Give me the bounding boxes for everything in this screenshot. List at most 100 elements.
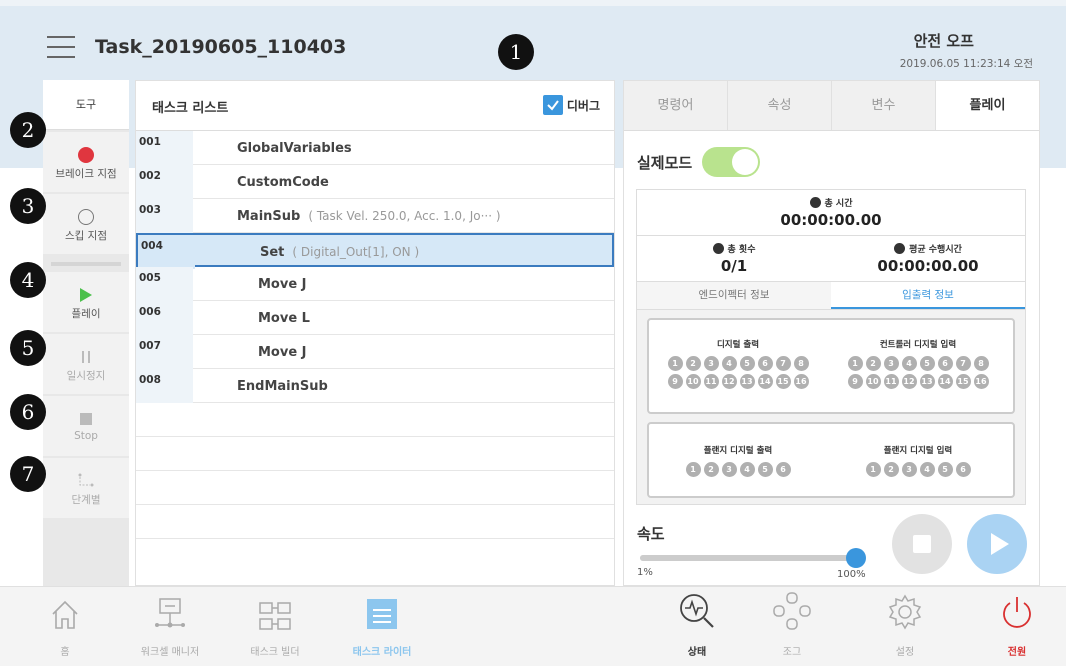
nav-taskwriter[interactable]: 태스크 라이터 <box>332 587 432 666</box>
nav-home-label: 홈 <box>60 647 70 658</box>
stop-tool-button[interactable]: Stop <box>43 396 129 456</box>
task-row[interactable]: 002 CustomCode <box>136 165 614 199</box>
subtab-effector[interactable]: 엔드이펙터 정보 <box>637 282 831 309</box>
task-row-command: EndMainSub <box>237 379 328 394</box>
task-row[interactable]: 006 Move L <box>136 301 614 335</box>
debug-label: 디버그 <box>566 98 600 113</box>
tab-variable[interactable]: 변수 <box>832 81 936 130</box>
task-row-command: CustomCode <box>237 175 329 190</box>
status-icon <box>680 594 714 628</box>
marker-3: 3 <box>10 188 46 224</box>
io-indicator: 7 <box>775 356 791 371</box>
flange-digital-out-group: 플랜지 디지털 출력 123456 <box>663 444 813 477</box>
task-row-command: Move J <box>258 277 307 292</box>
tab-play[interactable]: 플레이 <box>936 81 1039 130</box>
io-indicator: 6 <box>955 462 971 477</box>
flange-io-box: 플랜지 디지털 출력 123456 플랜지 디지털 입력 123456 <box>647 422 1015 498</box>
jog-icon <box>773 592 811 630</box>
breakpoint-button[interactable]: 브레이크 지점 <box>43 132 129 192</box>
pause-icon <box>82 351 90 363</box>
task-row[interactable]: 001 GlobalVariables <box>136 131 614 165</box>
io-indicator: 5 <box>919 356 935 371</box>
step-tool-button[interactable]: 단계별 <box>43 458 129 518</box>
tab-command[interactable]: 명령어 <box>624 81 728 130</box>
marker-7: 7 <box>10 456 46 492</box>
task-row[interactable]: 003 MainSub ( Task Vel. 250.0, Acc. 1.0, J… <box>136 199 614 233</box>
tab-property[interactable]: 속성 <box>728 81 832 130</box>
safety-status[interactable]: 안전 오프 <box>914 30 974 51</box>
menu-icon[interactable] <box>47 36 75 60</box>
speed-slider[interactable] <box>640 548 866 568</box>
step-icon <box>78 473 94 487</box>
io-indicator: 1 <box>685 462 701 477</box>
empty-row <box>136 403 614 437</box>
stop-button[interactable] <box>892 514 952 574</box>
subtab-io[interactable]: 입출력 정보 <box>831 282 1025 309</box>
avg-time-value: 00:00:00.00 <box>877 257 979 275</box>
power-icon <box>1003 597 1031 628</box>
io-indicator: 16 <box>973 374 989 389</box>
timer-icon <box>894 243 906 254</box>
gear-icon <box>888 594 922 630</box>
task-row-number: 007 <box>136 335 193 369</box>
task-row[interactable]: 008 EndMainSub <box>136 369 614 403</box>
taskbuilder-icon <box>259 602 291 630</box>
io-indicator: 4 <box>721 356 737 371</box>
empty-row <box>136 505 614 539</box>
task-row-number: 003 <box>136 199 193 233</box>
empty-row <box>136 471 614 505</box>
task-row[interactable]: 007 Move J <box>136 335 614 369</box>
total-count-block: 총 횟수 0/1 <box>637 236 831 281</box>
nav-taskbuilder[interactable]: 태스크 빌더 <box>225 587 325 666</box>
marker-2: 2 <box>10 112 46 148</box>
nav-workcell[interactable]: 워크셀 매니저 <box>120 587 220 666</box>
slider-thumb[interactable] <box>846 548 866 568</box>
empty-row <box>136 437 614 471</box>
marker-5: 5 <box>10 330 46 366</box>
io-indicator: 1 <box>865 462 881 477</box>
nav-power[interactable]: 전원 <box>967 587 1066 666</box>
stats-panel: 총 시간 00:00:00.00 총 횟수 0/1 평균 수행시간 00:00:… <box>636 189 1026 505</box>
io-indicator: 14 <box>937 374 953 389</box>
debug-checkbox[interactable]: 디버그 <box>542 95 600 115</box>
io-indicator: 12 <box>901 374 917 389</box>
io-area: 디지털 출력 1 2 3 4 5 6 7 8 9 10 11 12 13 14 15 16 컨트롤러 디지털 … <box>637 310 1025 504</box>
digital-out-group: 디지털 출력 1 2 3 4 5 6 7 8 9 10 11 12 13 14 15 16 <box>663 338 813 389</box>
pause-tool-button[interactable]: 일시정지 <box>43 334 129 394</box>
play-button[interactable] <box>967 514 1027 574</box>
play-tool-button[interactable]: 플레이 <box>43 272 129 332</box>
io-indicator: 3 <box>703 356 719 371</box>
nav-jog-label: 조그 <box>782 647 802 658</box>
controller-digital-in-label: 컨트롤러 디지털 입력 <box>879 340 957 350</box>
task-row-number: 001 <box>136 131 193 165</box>
task-row-command: Set ( Digital_Out[1], ON ) <box>260 245 419 260</box>
breakpoint-label: 브레이크 지점 <box>55 168 117 180</box>
skip-button[interactable]: 스킵 지점 <box>43 194 129 254</box>
io-indicator: 1 <box>847 356 863 371</box>
stop-icon <box>913 535 931 553</box>
nav-taskwriter-label: 태스크 라이터 <box>352 647 412 658</box>
empty-row <box>136 539 614 573</box>
nav-jog[interactable]: 조그 <box>742 587 842 666</box>
task-row-command: GlobalVariables <box>237 141 352 156</box>
nav-status[interactable]: 상태 <box>647 587 747 666</box>
total-time-value: 00:00:00.00 <box>780 211 882 229</box>
io-indicator: 12 <box>721 374 737 389</box>
skip-label: 스킵 지점 <box>65 230 107 242</box>
real-mode: 실제모드 <box>637 147 761 177</box>
right-tabs: 명령어 속성 변수 플레이 <box>624 81 1039 131</box>
nav-settings[interactable]: 설정 <box>855 587 955 666</box>
total-time-block: 총 시간 00:00:00.00 <box>637 190 1025 236</box>
io-indicator: 7 <box>955 356 971 371</box>
nav-status-label: 상태 <box>687 647 707 658</box>
task-row[interactable]: 004 Set ( Digital_Out[1], ON ) <box>136 233 614 269</box>
task-row[interactable]: 005 Move J <box>136 267 614 301</box>
io-indicator: 1 <box>667 356 683 371</box>
avg-time-block: 평균 수행시간 00:00:00.00 <box>831 236 1025 281</box>
real-mode-toggle[interactable] <box>702 147 761 177</box>
task-row-command-name: GlobalVariables <box>237 141 352 156</box>
pause-label: 일시정지 <box>66 370 106 382</box>
step-label: 단계별 <box>71 494 101 506</box>
tools-panel: 도구 브레이크 지점 스킵 지점 플레이 일시정지 Stop 단계별 <box>43 80 129 586</box>
nav-home[interactable]: 홈 <box>15 587 115 666</box>
